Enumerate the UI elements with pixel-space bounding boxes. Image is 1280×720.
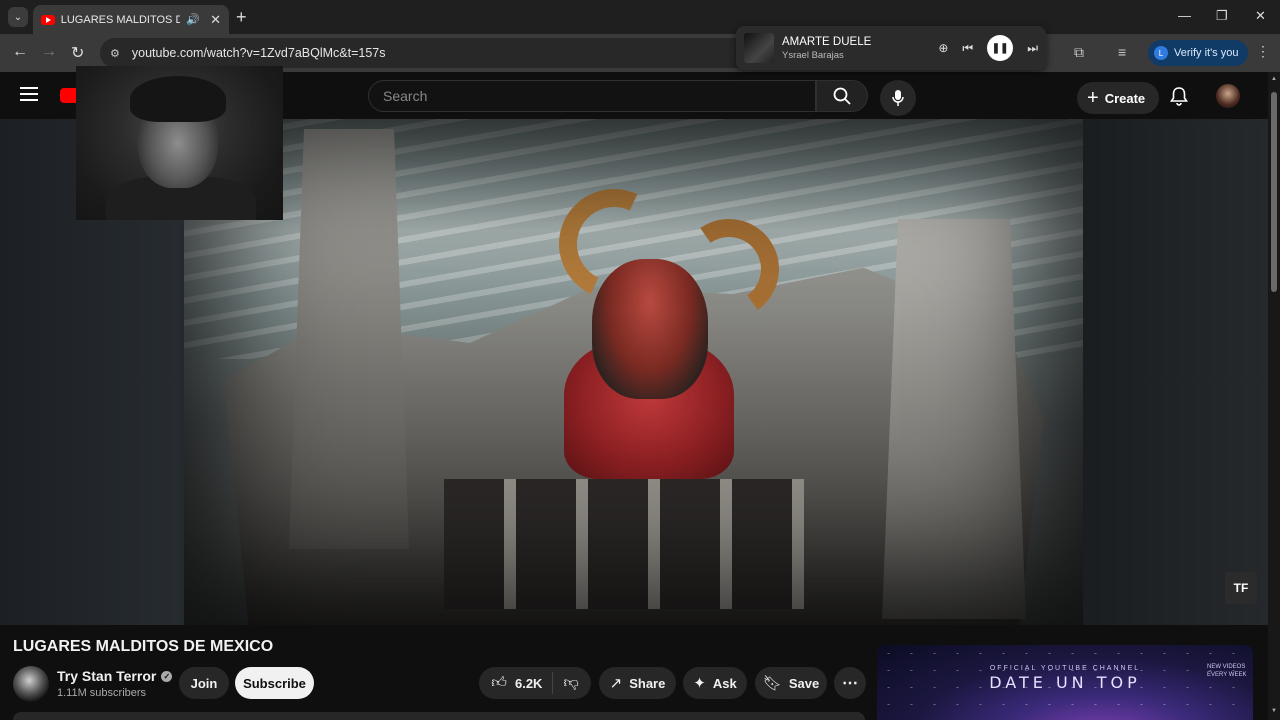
previous-track-icon[interactable]: ⏮	[962, 41, 973, 56]
microphone-icon	[892, 90, 904, 106]
search-input[interactable]: Search	[368, 80, 816, 112]
sparkle-icon: ✦	[693, 675, 706, 692]
close-window-icon[interactable]: ✕	[1255, 8, 1266, 24]
ad-subtitle: OFFICIAL YOUTUBE CHANNEL	[989, 665, 1141, 672]
channel-name-text: Try Stan Terror	[57, 668, 157, 684]
thumbs-up-icon: 👍︎	[491, 674, 507, 691]
overlay-tf-button[interactable]: TF	[1225, 572, 1257, 604]
like-dislike-group: 👍︎ 6.2K 👎︎	[479, 667, 591, 699]
webcam-hair	[130, 76, 226, 122]
song-artist: Ysrael Barajas	[782, 49, 844, 61]
video-vignette	[184, 119, 1083, 625]
ad-title: DATE UN TOP	[989, 673, 1141, 692]
create-label: Create	[1104, 90, 1146, 106]
voice-search-button[interactable]	[880, 80, 916, 116]
url-text: youtube.com/watch?v=1Zvd7aBQlMc&t=157s	[131, 46, 386, 60]
thumbs-down-icon[interactable]: 👎︎	[563, 674, 578, 692]
site-info-icon[interactable]: ⚙	[110, 47, 120, 60]
share-icon: ↗	[609, 675, 623, 692]
audio-playing-icon[interactable]: 🔊	[186, 13, 200, 26]
ask-button[interactable]: ✦ Ask	[683, 667, 747, 699]
description-box-edge[interactable]	[13, 712, 865, 720]
new-tab-icon[interactable]: +	[236, 7, 247, 28]
create-button[interactable]: + Create	[1077, 82, 1160, 114]
bell-icon	[1170, 87, 1188, 106]
browser-menu-icon[interactable]: ⋮	[1256, 43, 1270, 60]
back-icon[interactable]: ←	[12, 43, 28, 61]
notifications-button[interactable]	[1170, 86, 1188, 111]
media-control-icon[interactable]: ≡	[1118, 44, 1126, 60]
ad-banner[interactable]: OFFICIAL YOUTUBE CHANNEL DATE UN TOP NEW…	[877, 645, 1253, 720]
verify-button[interactable]: L Verify it's you	[1148, 40, 1249, 66]
minimize-icon[interactable]: —	[1178, 8, 1191, 23]
like-divider	[552, 672, 554, 694]
user-avatar[interactable]	[1216, 84, 1240, 108]
more-horizontal-icon: ⋯	[842, 675, 858, 692]
search-button[interactable]	[816, 80, 868, 112]
tab-title: LUGARES MALDITOS DE ME	[60, 13, 181, 26]
share-label: Share	[629, 675, 666, 691]
pause-button[interactable]: ❚❚	[987, 35, 1014, 61]
more-actions-button[interactable]: ⋯	[834, 667, 866, 699]
scrollbar-thumb[interactable]	[1271, 92, 1277, 292]
like-count: 6.2K	[514, 675, 543, 691]
channel-name[interactable]: Try Stan Terror ✓	[57, 668, 173, 684]
plus-icon: +	[1087, 86, 1099, 109]
subscribe-button[interactable]: Subscribe	[235, 667, 314, 699]
share-button[interactable]: ↗ Share	[599, 667, 676, 699]
channel-avatar[interactable]	[13, 666, 49, 702]
tab-search-icon[interactable]: ⌄	[8, 7, 28, 27]
next-track-icon[interactable]: ⏭	[1027, 41, 1038, 56]
join-button[interactable]: Join	[179, 667, 229, 699]
subscriber-count: 1.11M subscribers	[57, 687, 147, 699]
extensions-icon[interactable]: ⧉	[1074, 44, 1084, 61]
webcam-overlay	[76, 66, 283, 220]
video-title: LUGARES MALDITOS DE MEXICO	[13, 638, 274, 655]
picture-in-picture-icon[interactable]: ⊕	[938, 41, 948, 55]
reload-icon[interactable]: ↻	[71, 43, 84, 63]
bookmark-icon: 🔖︎	[762, 675, 782, 692]
scroll-up-icon[interactable]: ▲	[1271, 76, 1277, 82]
scroll-down-icon[interactable]: ▼	[1271, 708, 1277, 714]
ask-label: Ask	[712, 675, 737, 691]
close-tab-icon[interactable]: ✕	[210, 12, 221, 28]
ad-side-text: NEW VIDEOS EVERY WEEK	[1207, 664, 1247, 678]
save-button[interactable]: 🔖︎ Save	[755, 667, 827, 699]
album-art	[744, 33, 774, 63]
page-scrollbar[interactable]: ▲ ▼	[1268, 72, 1280, 720]
song-title: AMARTE DUELE	[782, 35, 872, 48]
verified-icon: ✓	[161, 670, 173, 682]
browser-tab[interactable]: LUGARES MALDITOS DE ME 🔊 ✕	[33, 5, 229, 34]
forward-icon[interactable]: →	[41, 43, 57, 61]
browser-tabstrip: ⌄ LUGARES MALDITOS DE ME 🔊 ✕ + — ❐ ✕	[0, 0, 1280, 34]
restore-icon[interactable]: ❐	[1216, 8, 1228, 24]
save-label: Save	[788, 675, 820, 691]
search-icon	[833, 87, 851, 105]
profile-badge-icon: L	[1154, 46, 1168, 60]
menu-icon[interactable]	[20, 87, 38, 105]
like-button[interactable]: 👍︎ 6.2K	[491, 674, 542, 692]
video-frame[interactable]	[184, 119, 1083, 625]
verify-label: Verify it's you	[1174, 47, 1239, 59]
media-controls-popup: AMARTE DUELE Ysrael Barajas ⊕ ⏮ ❚❚ ⏭	[736, 26, 1046, 70]
youtube-favicon-icon	[41, 14, 55, 25]
